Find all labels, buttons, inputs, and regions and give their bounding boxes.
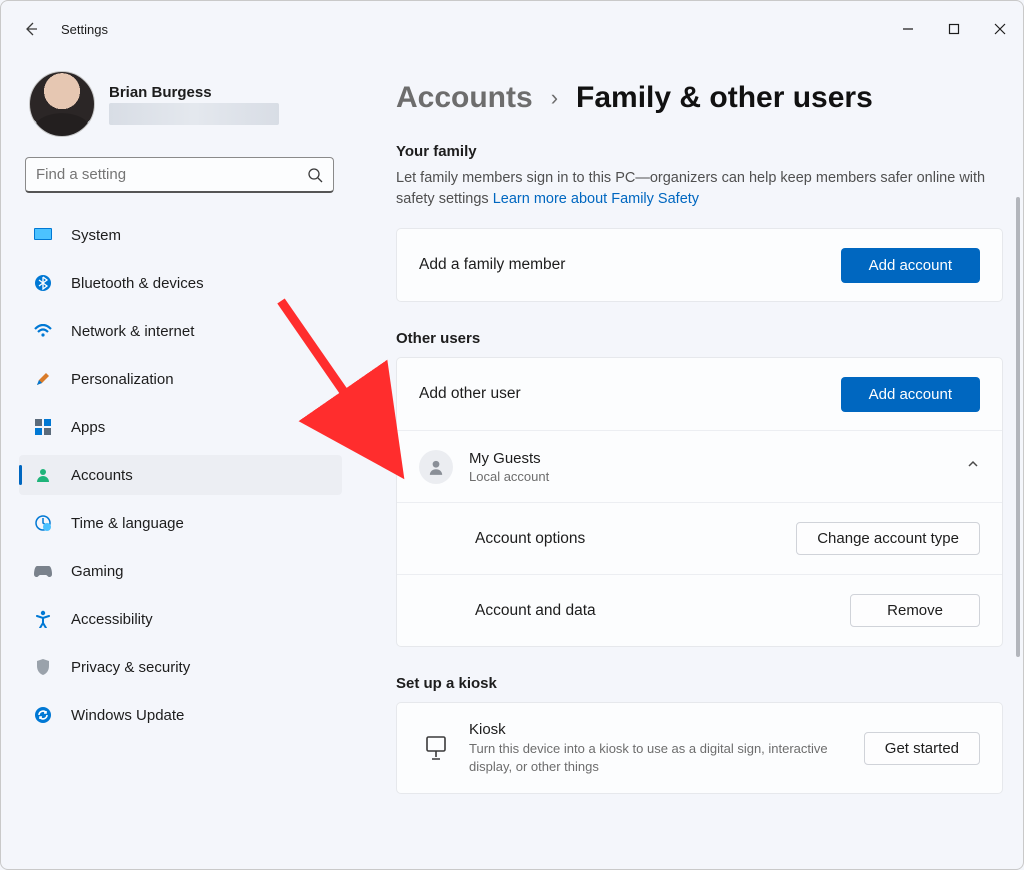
nav-label: Windows Update: [71, 707, 184, 724]
add-other-label: Add other user: [419, 385, 825, 403]
breadcrumb: Accounts › Family & other users: [396, 81, 1003, 115]
arrow-left-icon: [23, 21, 39, 37]
sidebar-item-accounts[interactable]: Accounts: [19, 455, 342, 495]
search-input[interactable]: [36, 166, 307, 183]
remove-account-button[interactable]: Remove: [850, 594, 980, 627]
bluetooth-icon: [33, 273, 53, 293]
chevron-right-icon: ›: [551, 85, 558, 111]
sidebar-item-apps[interactable]: Apps: [19, 407, 342, 447]
family-card: Add a family member Add account: [396, 228, 1003, 302]
sync-icon: [33, 705, 53, 725]
kiosk-name: Kiosk: [469, 721, 848, 738]
nav-label: Network & internet: [71, 323, 194, 340]
avatar: [29, 71, 95, 137]
sidebar-item-gaming[interactable]: Gaming: [19, 551, 342, 591]
minimize-button[interactable]: [885, 9, 931, 49]
search-box[interactable]: [25, 157, 334, 193]
sidebar-item-accessibility[interactable]: Accessibility: [19, 599, 342, 639]
close-icon: [994, 23, 1006, 35]
scrollbar[interactable]: [1016, 197, 1020, 657]
titlebar: Settings: [1, 1, 1023, 57]
page-title: Family & other users: [576, 81, 873, 115]
change-account-type-button[interactable]: Change account type: [796, 522, 980, 555]
account-data-row: Account and data Remove: [397, 574, 1002, 646]
kiosk-icon: [419, 735, 453, 761]
nav-label: Privacy & security: [71, 659, 190, 676]
search-icon: [307, 167, 323, 183]
user-name: My Guests: [469, 450, 950, 467]
settings-window: Settings Brian Burgess: [0, 0, 1024, 870]
back-button[interactable]: [11, 9, 51, 49]
account-data-label: Account and data: [475, 602, 834, 620]
kiosk-card: Kiosk Turn this device into a kiosk to u…: [396, 702, 1003, 794]
kiosk-section: Set up a kiosk Kiosk Turn this device in…: [396, 675, 1003, 794]
sidebar-item-update[interactable]: Windows Update: [19, 695, 342, 735]
account-options-row: Account options Change account type: [397, 502, 1002, 574]
display-icon: [33, 225, 53, 245]
kiosk-title: Set up a kiosk: [396, 675, 1003, 692]
nav-label: Gaming: [71, 563, 124, 580]
window-controls: [885, 9, 1023, 49]
main-content: Accounts › Family & other users Your fam…: [346, 57, 1023, 869]
sidebar-item-personalization[interactable]: Personalization: [19, 359, 342, 399]
gamepad-icon: [33, 561, 53, 581]
kiosk-row[interactable]: Kiosk Turn this device into a kiosk to u…: [397, 703, 1002, 793]
other-user-row[interactable]: My Guests Local account: [397, 430, 1002, 502]
kiosk-desc: Turn this device into a kiosk to use as …: [469, 740, 829, 775]
minimize-icon: [902, 23, 914, 35]
sidebar-item-system[interactable]: System: [19, 215, 342, 255]
nav-label: Accessibility: [71, 611, 153, 628]
add-other-button[interactable]: Add account: [841, 377, 980, 412]
add-family-button[interactable]: Add account: [841, 248, 980, 283]
nav-label: Accounts: [71, 467, 133, 484]
profile-name: Brian Burgess: [109, 84, 279, 101]
close-button[interactable]: [977, 9, 1023, 49]
sidebar-item-network[interactable]: Network & internet: [19, 311, 342, 351]
nav-label: Apps: [71, 419, 105, 436]
sidebar: Brian Burgess System Bluetooth & devices: [1, 57, 346, 869]
breadcrumb-parent[interactable]: Accounts: [396, 81, 533, 115]
kiosk-get-started-button[interactable]: Get started: [864, 732, 980, 765]
maximize-button[interactable]: [931, 9, 977, 49]
wifi-icon: [33, 321, 53, 341]
family-title: Your family: [396, 143, 1003, 160]
sidebar-item-privacy[interactable]: Privacy & security: [19, 647, 342, 687]
maximize-icon: [948, 23, 960, 35]
nav-label: System: [71, 227, 121, 244]
nav-label: Time & language: [71, 515, 184, 532]
family-description: Let family members sign in to this PC—or…: [396, 168, 1003, 210]
clock-globe-icon: [33, 513, 53, 533]
add-other-row: Add other user Add account: [397, 358, 1002, 430]
other-users-card: Add other user Add account My Guests Loc…: [396, 357, 1003, 647]
shield-icon: [33, 657, 53, 677]
other-title: Other users: [396, 330, 1003, 347]
account-options-label: Account options: [475, 530, 780, 548]
window-title: Settings: [61, 22, 108, 37]
sidebar-item-bluetooth[interactable]: Bluetooth & devices: [19, 263, 342, 303]
nav-label: Bluetooth & devices: [71, 275, 204, 292]
chevron-up-icon: [966, 457, 980, 476]
nav-list: System Bluetooth & devices Network & int…: [19, 211, 346, 739]
person-icon: [33, 465, 53, 485]
user-type: Local account: [469, 469, 950, 484]
accessibility-icon: [33, 609, 53, 629]
add-family-label: Add a family member: [419, 256, 825, 274]
nav-label: Personalization: [71, 371, 174, 388]
add-family-row: Add a family member Add account: [397, 229, 1002, 301]
sidebar-item-time[interactable]: Time & language: [19, 503, 342, 543]
family-section: Your family Let family members sign in t…: [396, 143, 1003, 302]
apps-icon: [33, 417, 53, 437]
profile-block[interactable]: Brian Burgess: [19, 65, 346, 157]
other-users-section: Other users Add other user Add account M…: [396, 330, 1003, 647]
learn-more-link[interactable]: Learn more about Family Safety: [493, 191, 699, 207]
profile-email-redacted: [109, 103, 279, 125]
paintbrush-icon: [33, 369, 53, 389]
user-avatar-icon: [419, 450, 453, 484]
